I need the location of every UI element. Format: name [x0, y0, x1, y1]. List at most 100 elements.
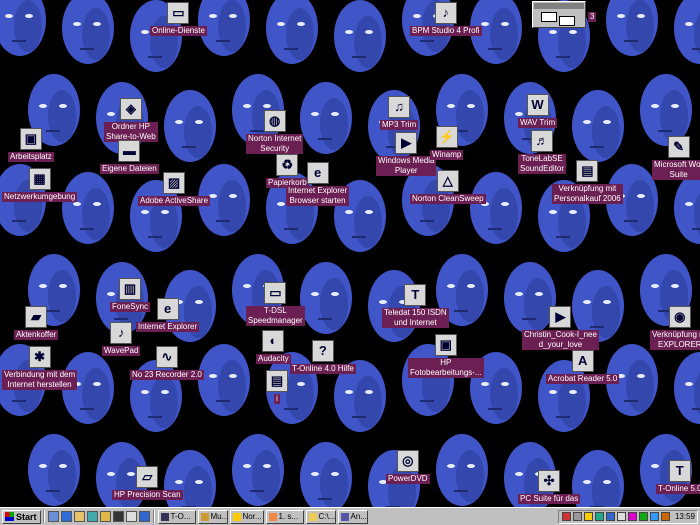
desktop-icon-acrobat-reader[interactable]: A Acrobat Reader 5.0 [546, 350, 620, 384]
desktop-icon-ordner-hp[interactable]: ◈ Ordner HP Share-to-Web [104, 98, 158, 142]
clock[interactable]: 13:59 [675, 512, 695, 521]
desktop-icon-mp3-trim[interactable]: ♫ MP3 Trim [380, 96, 419, 130]
face-eye [603, 480, 611, 484]
desktop-icon-label: Verknüpfung mit Personalkauf 2006 [552, 184, 623, 204]
tray-scan-icon[interactable] [638, 512, 648, 521]
task-button[interactable]: Mu... [197, 509, 228, 524]
desktop-icon-hp-precision-scan[interactable]: ▱ HP Precision Scan [112, 466, 183, 500]
face-eye [263, 464, 271, 468]
desktop-icon-internet-explorer-starten[interactable]: e Internet Explorer Browser starten [286, 162, 350, 206]
face-eye [583, 300, 591, 304]
face-shade [626, 180, 654, 232]
mini-window-titlebar[interactable] [534, 3, 584, 9]
desktop-icon-internet-explorer[interactable]: e Internet Explorer [136, 298, 200, 332]
face [674, 172, 700, 244]
quicklaunch-folder-icon[interactable] [99, 511, 111, 522]
desktop-icon-verknuepfung-personalkauf[interactable]: ▤ Verknüpfung mit Personalkauf 2006 [552, 160, 623, 204]
ordner-hp-icon: ◈ [119, 98, 142, 120]
tray-tonline-icon[interactable] [627, 512, 637, 521]
tray-volume-icon[interactable] [572, 512, 582, 521]
desktop-icon-bpm-studio[interactable]: ♪ BPM Studio 4 Profi [410, 2, 482, 36]
tray-modem-icon[interactable] [605, 512, 615, 521]
task-button[interactable]: T-O... [157, 509, 196, 524]
desktop-icon-audacity[interactable]: ◐ Audacity [256, 330, 291, 364]
quicklaunch-media-icon[interactable] [112, 511, 124, 522]
quicklaunch-mail-icon[interactable] [125, 511, 137, 522]
desktop-icon-norton-security[interactable]: ◍ Norton Internet Security [246, 110, 304, 154]
mp3-trim-icon: ♫ [388, 96, 411, 118]
face-eye [467, 464, 475, 468]
face [300, 442, 352, 507]
face-eye [501, 202, 509, 206]
desktop-icon-eigene-dateien[interactable]: ▬ Eigene Dateien [100, 140, 159, 174]
desktop-icon-verknuepfung-explorer[interactable]: ◉Verknüpfung mi EXPLORER [650, 306, 700, 350]
desktop-icon-online-dienste[interactable]: ▭ Online-Dienste [150, 2, 207, 36]
quicklaunch-desktop-icon[interactable] [47, 511, 59, 522]
desktop-icon-no23-recorder[interactable]: ∿ No 23 Recorder 2.0 [130, 346, 204, 380]
tray-hp-icon[interactable] [649, 512, 659, 521]
desktop[interactable]: ▭ Online-Dienste ♪ BPM Studio 4 Profi ▣ Arbei… [0, 0, 700, 507]
face-mouth [420, 220, 434, 222]
desktop-icon-tdsl-speedmanager[interactable]: ▭ T-DSL Speedmanager [246, 282, 305, 326]
desktop-icon-aktenkoffer[interactable]: ▰ Aktenkoffer [14, 306, 59, 340]
task-label: Mu... [210, 512, 228, 521]
face-eye [161, 210, 169, 214]
face-shade [286, 8, 314, 60]
hp-precision-scan-icon: ▱ [136, 466, 159, 488]
desktop-icon-tonline-5[interactable]: T T-Online 5.0 [656, 460, 700, 494]
face-eye [583, 120, 591, 124]
task-button[interactable]: C:\... [305, 509, 336, 524]
face-eye [467, 284, 475, 288]
face-eye [161, 390, 169, 394]
face-mouth [216, 220, 230, 222]
no23-recorder-icon: ∿ [155, 346, 178, 368]
desktop-icon-wav-trim[interactable]: W WAV Trim [518, 94, 558, 128]
face-eye [535, 292, 543, 296]
desktop-icon-hp-fotobearbeitung[interactable]: ▣ HP Fotobearbeitungs-... [408, 334, 484, 378]
task-button[interactable]: Nor... [229, 509, 264, 524]
face-eye [39, 464, 47, 468]
desktop-icon-i-icon[interactable]: ▤ i [266, 370, 288, 404]
face-eye [481, 382, 489, 386]
face-eye [603, 300, 611, 304]
desktop-icon-arbeitsplatz[interactable]: ▣ Arbeitsplatz [8, 128, 54, 162]
desktop-icon-tonline-hilfe[interactable]: ? T-Online 4.0 Hilfe [290, 340, 356, 374]
tray-network-icon[interactable] [561, 512, 571, 521]
tray-display-icon[interactable] [594, 512, 604, 521]
desktop-icon-label: BPM Studio 4 Profi [410, 26, 482, 36]
face-eye [365, 30, 373, 34]
mini-window[interactable] [532, 1, 586, 28]
face-mouth [182, 146, 196, 148]
face-eye [311, 472, 319, 476]
face-mouth [148, 236, 162, 238]
desktop-icon-pc-suite[interactable]: ✣ PC Suite für das [518, 470, 581, 504]
desktop-icon-verbindung[interactable]: ✱ Verbindung mit dem Internet herstellen [2, 346, 78, 390]
face-mouth [556, 56, 570, 58]
quicklaunch-ie-icon[interactable] [60, 511, 72, 522]
face-shade [14, 0, 42, 52]
desktop-icon-microsoft-works[interactable]: ✎Microsoft Wor Suite [652, 136, 700, 180]
acrobat-reader-icon: A [571, 350, 594, 372]
desktop-icon-label: Winamp [430, 150, 464, 160]
desktop-icon-christin-cook[interactable]: ▶ Christin_Cook-I_nee d_your_love [522, 306, 599, 350]
face-mouth [488, 48, 502, 50]
tray-phone-icon[interactable] [660, 512, 670, 521]
desktop-icon-norton-cleansweep[interactable]: △ Norton CleanSweep [410, 170, 486, 204]
desktop-icon-adobe-activeshare[interactable]: ▨ Adobe ActiveShare [138, 172, 211, 206]
quicklaunch-channel-icon[interactable] [86, 511, 98, 522]
tray-printer-icon[interactable] [616, 512, 626, 521]
foresync-icon: ▥ [119, 278, 142, 300]
task-button[interactable]: An... [337, 509, 368, 524]
desktop-icon-powerdvd[interactable]: ◎ PowerDVD [386, 450, 430, 484]
face [436, 434, 488, 506]
desktop-icon-teledat-isdn[interactable]: T Teledat 150 ISDN und Internet [382, 284, 449, 328]
face-eye [637, 374, 645, 378]
quicklaunch-globe-icon[interactable] [138, 511, 150, 522]
desktop-icon-winamp[interactable]: ⚡ Winamp [430, 126, 464, 160]
task-button[interactable]: 1. s... [265, 509, 304, 524]
face-eye [549, 30, 557, 34]
desktop-icon-netzwerkumgebung[interactable]: ▦ Netzwerkumgebung [2, 168, 78, 202]
start-button[interactable]: Start [2, 509, 41, 524]
tray-antivirus-icon[interactable] [583, 512, 593, 521]
quicklaunch-outlook-icon[interactable] [73, 511, 85, 522]
